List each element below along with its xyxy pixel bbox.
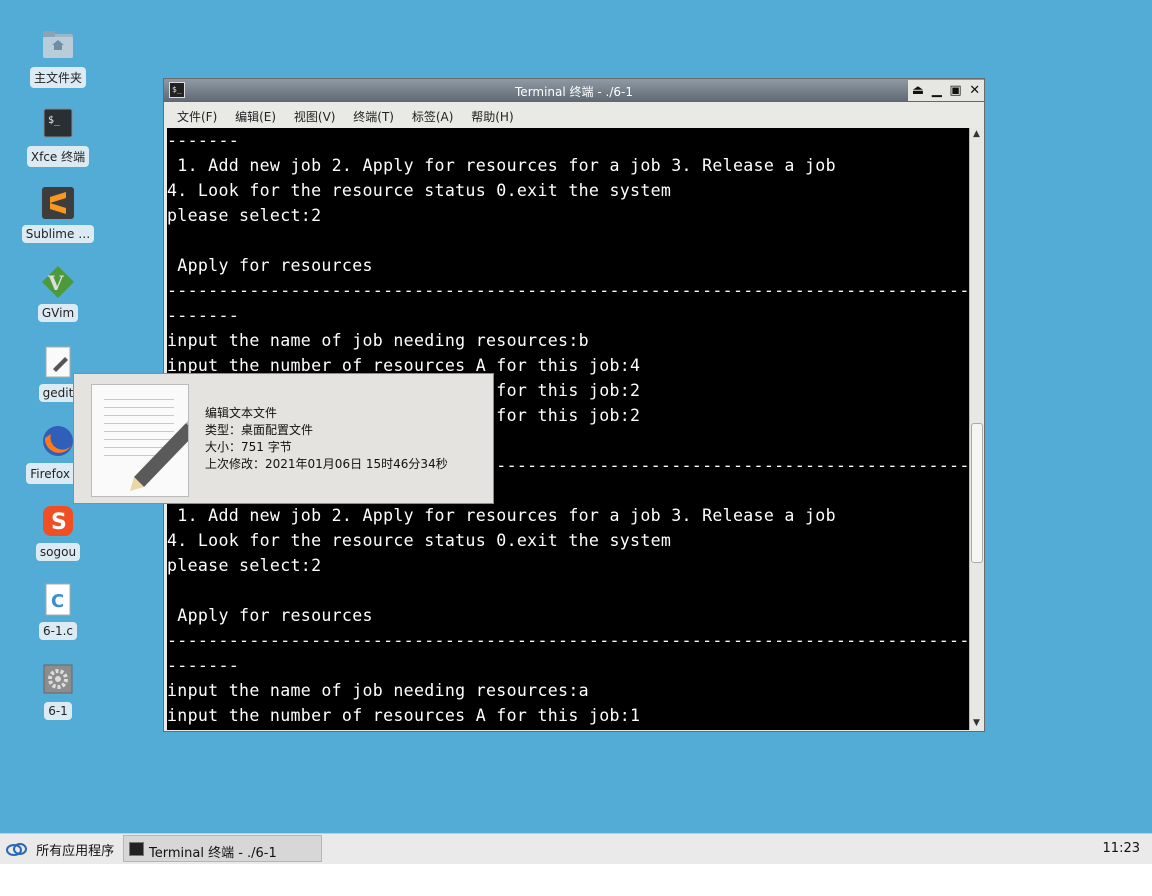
terminal-line: ------- — [167, 656, 240, 675]
terminal-line: please select:2 — [167, 556, 322, 575]
terminal-line: ------- — [167, 306, 240, 325]
vertical-scrollbar[interactable]: ▲ ▼ — [969, 128, 983, 730]
terminal-line: input the name of job needing resources:… — [167, 681, 589, 700]
eject-icon[interactable]: ⏏ — [912, 83, 924, 98]
desktop-icon-label: 6-1 — [44, 702, 72, 720]
minimize-button[interactable]: ▁ — [932, 83, 942, 98]
desktop-icon-xfce-terminal[interactable]: $_ Xfce 终端 — [0, 107, 116, 171]
desktop-icon-home[interactable]: 主文件夹 — [0, 28, 116, 92]
applications-menu-label: 所有应用程序 — [36, 844, 115, 859]
svg-text:C: C — [51, 591, 64, 612]
scroll-up-arrow-icon[interactable]: ▲ — [970, 128, 983, 141]
terminal-line: ----------------------------------------… — [167, 281, 969, 300]
terminal-line: 4. Look for the resource status 0.exit t… — [167, 181, 672, 200]
desktop-icon-executable[interactable]: 6-1 — [0, 663, 116, 724]
scroll-down-arrow-icon[interactable]: ▼ — [970, 717, 983, 730]
xfce-logo-icon — [6, 841, 28, 856]
terminal-line: please select:2 — [167, 206, 322, 225]
sogou-icon: S — [41, 504, 75, 538]
window-titlebar[interactable]: $_ Terminal 终端 - ./6-1 ⏏ ▁ ▣ ✕ — [164, 79, 984, 102]
terminal-icon — [129, 842, 144, 856]
gvim-icon: V — [41, 265, 75, 299]
menu-help[interactable]: 帮助(H) — [471, 108, 513, 125]
tooltip-text: 编辑文本文件 类型：桌面配置文件 大小：751 字节 上次修改：2021年01月… — [205, 405, 448, 473]
desktop-icon-sublime[interactable]: Sublime … — [0, 186, 116, 247]
svg-text:S: S — [51, 510, 67, 535]
menu-edit[interactable]: 编辑(E) — [235, 108, 276, 125]
terminal-line: 1. Add new job 2. Apply for resources fo… — [167, 506, 836, 525]
c-source-file-icon: C — [41, 583, 75, 617]
taskbar-window-button[interactable]: Terminal 终端 - ./6-1 — [123, 835, 322, 862]
window-title: Terminal 终端 - ./6-1 — [515, 85, 633, 99]
desktop-icon-gvim[interactable]: V GVim — [0, 265, 116, 326]
terminal-icon: $_ — [41, 107, 75, 141]
terminal-line: input the number of resources A for this… — [167, 706, 641, 725]
menu-tabs[interactable]: 标签(A) — [412, 108, 454, 125]
tooltip-type: 类型：桌面配置文件 — [205, 423, 314, 437]
terminal-line: input the name of job needing resources:… — [167, 331, 589, 350]
scrollbar-thumb[interactable] — [971, 423, 983, 563]
executable-gear-icon — [41, 663, 75, 697]
file-tooltip: 编辑文本文件 类型：桌面配置文件 大小：751 字节 上次修改：2021年01月… — [73, 373, 494, 504]
clock[interactable]: 11:23 — [1103, 841, 1140, 856]
menu-file[interactable]: 文件(F) — [177, 108, 217, 125]
terminal-line: ------- — [167, 131, 240, 150]
applications-menu-button[interactable]: 所有应用程序 — [6, 840, 114, 859]
tooltip-title: 编辑文本文件 — [205, 406, 278, 420]
svg-text:$_: $_ — [48, 115, 61, 126]
tooltip-modified: 上次修改：2021年01月06日 15时46分34秒 — [205, 457, 448, 471]
gedit-icon — [41, 345, 75, 379]
desktop-icon-c-file[interactable]: C 6-1.c — [0, 583, 116, 644]
desktop-icon-label: sogou — [35, 543, 81, 561]
close-button[interactable]: ✕ — [969, 83, 980, 98]
window-controls: ⏏ ▁ ▣ ✕ — [908, 80, 984, 101]
text-editor-document-icon — [91, 384, 189, 497]
menu-terminal[interactable]: 终端(T) — [353, 108, 394, 125]
desktop-icon-label: Sublime … — [21, 225, 95, 243]
desktop-icon-label: gedit — [38, 384, 78, 402]
home-folder-icon — [41, 28, 75, 62]
desktop-icon-label: 主文件夹 — [29, 67, 86, 88]
sublime-text-icon — [41, 186, 75, 220]
terminal-line: ----------------------------------------… — [167, 631, 969, 650]
terminal-line: Apply for resources — [167, 256, 373, 275]
desktop-icon-sogou[interactable]: S sogou — [0, 504, 116, 565]
terminal-line: 4. Look for the resource status 0.exit t… — [167, 531, 672, 550]
terminal-line: Apply for resources — [167, 606, 373, 625]
terminal-line: 1. Add new job 2. Apply for resources fo… — [167, 156, 836, 175]
taskbar-window-title: Terminal 终端 - ./6-1 — [149, 846, 277, 861]
desktop-icon-label: 6-1.c — [38, 622, 77, 640]
svg-text:V: V — [47, 271, 64, 295]
desktop-icon-label: GVim — [37, 304, 79, 322]
desktop-icon-label: Xfce 终端 — [26, 146, 90, 167]
bottom-blank-area — [0, 864, 1152, 896]
menu-view[interactable]: 视图(V) — [294, 108, 336, 125]
maximize-button[interactable]: ▣ — [949, 83, 961, 98]
tooltip-size: 大小：751 字节 — [205, 440, 292, 454]
taskbar: 所有应用程序 Terminal 终端 - ./6-1 11:23 — [0, 833, 1152, 864]
firefox-icon — [41, 424, 75, 458]
menu-bar: 文件(F) 编辑(E) 视图(V) 终端(T) 标签(A) 帮助(H) — [164, 102, 984, 128]
